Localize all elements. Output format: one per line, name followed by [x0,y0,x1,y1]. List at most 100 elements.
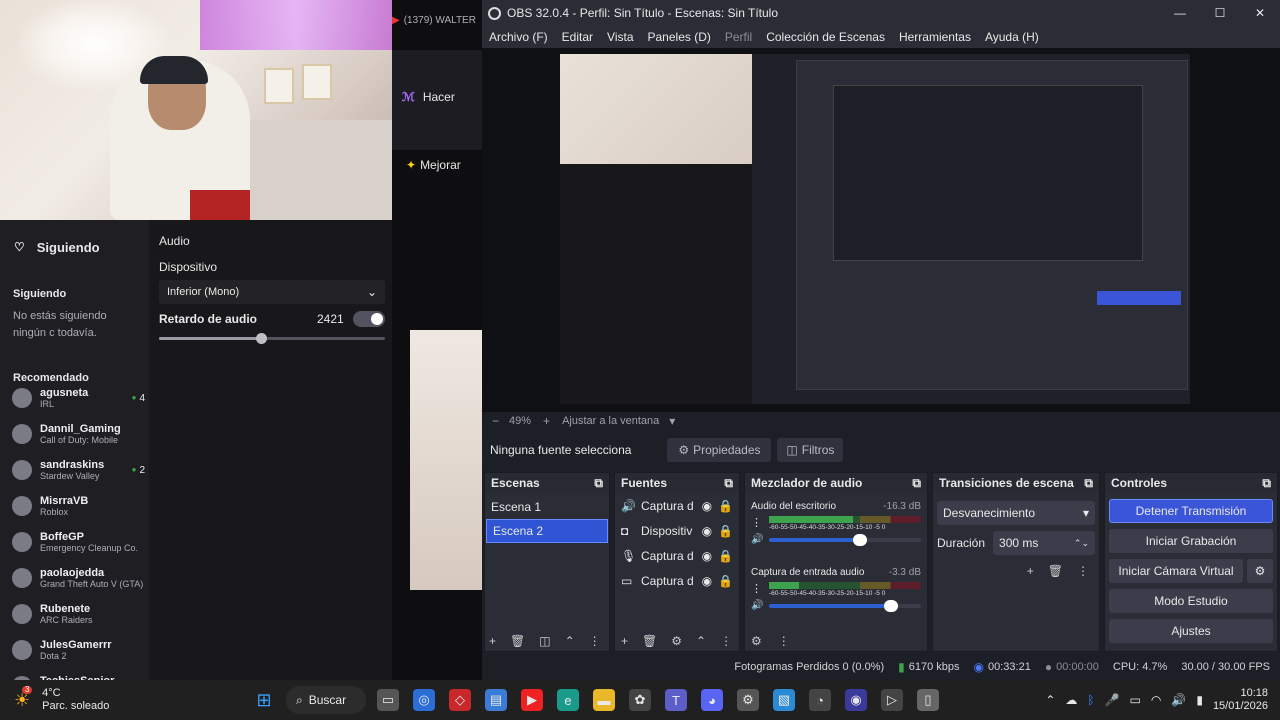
trash-icon[interactable]: 🗑 [642,635,657,647]
transition-select[interactable]: Desvanecimiento ▾ [937,501,1095,525]
slider-handle[interactable] [883,600,898,612]
lock-icon[interactable]: 🔒 [718,550,733,562]
device-select[interactable]: Inferior (Mono) ⌄ [159,280,385,304]
lock-icon[interactable]: 🔒 [718,525,733,537]
undock-icon[interactable]: ⧉ [1262,477,1271,489]
filter-icon[interactable]: ◫ [539,635,550,647]
settings-app-icon[interactable]: ⚙ [737,689,759,711]
list-item[interactable]: MisrraVB Roblox ● [0,488,149,524]
menu-paneles[interactable]: Paneles (D) [641,30,718,44]
chevron-up-icon[interactable]: ⌃ [1045,694,1055,706]
capture-icon[interactable]: ◔ [809,689,831,711]
speaker-icon[interactable]: 🔊 [751,601,763,611]
delay-slider[interactable] [159,333,385,344]
virtual-cam-button[interactable]: Iniciar Cámara Virtual [1109,559,1243,583]
source-item[interactable]: 🔊 Captura d ◉ 🔒 [615,493,739,518]
zoom-in-icon[interactable]: + [543,415,550,427]
properties-button[interactable]: ⚙ Propiedades [667,438,772,462]
virtual-cam-settings[interactable]: ⚙ [1247,559,1273,583]
eye-icon[interactable]: ◉ [702,550,712,562]
more-icon[interactable]: ⋮ [720,635,732,647]
store-icon[interactable]: ▤ [485,689,507,711]
source-item[interactable]: ◘ Dispositiv ◉ 🔒 [615,518,739,543]
undock-icon[interactable]: ⧉ [1084,477,1093,489]
lock-icon[interactable]: 🔒 [718,500,733,512]
studio-mode-button[interactable]: Modo Estudio [1109,589,1273,613]
clock[interactable]: 10:18 15/01/2026 [1213,687,1268,713]
maximize-icon[interactable]: ☐ [1200,7,1240,19]
photos-icon[interactable]: ▧ [773,689,795,711]
tray-app-icon[interactable]: ☁ [1065,694,1077,706]
chatgpt-icon[interactable]: ✿ [629,689,651,711]
chevron-up-icon[interactable]: ⌃ [565,635,575,647]
app-icon[interactable]: ◎ [413,689,435,711]
list-item[interactable]: agusneta IRL ● 4 [0,380,149,416]
trash-icon[interactable]: 🗑 [1048,565,1063,577]
more-icon[interactable]: ⋮ [751,584,763,595]
browser-tab[interactable]: ▶ (1379) WALTER [392,10,482,30]
settings-button[interactable]: Ajustes [1109,619,1273,643]
windows-start-icon[interactable]: ⊞ [253,689,275,711]
improve-button[interactable]: ✦ Mejorar [406,158,461,172]
sidebar-following-header[interactable]: ♡ Siguiendo [0,220,149,274]
list-item[interactable]: Rubenete ARC Raiders ● [0,596,149,632]
source-item[interactable]: ▭ Captura d ◉ 🔒 [615,568,739,593]
source-item[interactable]: 🎙 Captura d ◉ 🔒 [615,543,739,568]
eye-icon[interactable]: ◉ [702,500,712,512]
display-icon[interactable]: ▭ [1130,694,1141,706]
minimize-icon[interactable]: — [1160,7,1200,19]
undock-icon[interactable]: ⧉ [912,477,921,489]
undock-icon[interactable]: ⧉ [724,477,733,489]
volume-icon[interactable]: 🔊 [1171,694,1186,706]
fit-window-label[interactable]: Ajustar a la ventana [562,415,659,427]
teams-icon[interactable]: T [665,689,687,711]
notepad-icon[interactable]: ▯ [917,689,939,711]
wifi-icon[interactable]: ◠ [1151,694,1161,706]
list-item[interactable]: sandraskins Stardew Valley ● 2 [0,452,149,488]
list-item[interactable]: JulesGamerrr Dota 2 ● [0,632,149,668]
slider-handle[interactable] [853,534,868,546]
microphone-icon[interactable]: 🎤 [1105,694,1120,706]
volume-slider[interactable] [769,600,921,612]
menu-ayuda[interactable]: Ayuda (H) [978,30,1046,44]
trash-icon[interactable]: 🗑 [510,635,525,647]
add-icon[interactable]: + [621,635,628,647]
more-icon[interactable]: ⋮ [589,635,601,647]
more-icon[interactable]: ⋮ [778,635,790,647]
menu-editar[interactable]: Editar [555,30,600,44]
gear-icon[interactable]: ⚙ [671,635,682,647]
eye-icon[interactable]: ◉ [702,575,712,587]
scene-item-selected[interactable]: Escena 2 [486,519,608,543]
add-icon[interactable]: + [489,635,496,647]
undock-icon[interactable]: ⧉ [594,477,603,489]
weather-widget[interactable]: ☀ 3 4°C Parc. soleado [0,686,240,713]
bluetooth-icon[interactable]: ᛒ [1087,694,1094,706]
delay-toggle[interactable] [353,311,385,327]
list-item[interactable]: paolaojedda Grand Theft Auto V (GTA) ● [0,560,149,596]
dropdown-arrow-icon[interactable]: ▾ [669,415,675,427]
shield-app-icon[interactable]: ◇ [449,689,471,711]
menu-perfil[interactable]: Perfil [718,30,759,44]
start-record-button[interactable]: Iniciar Grabación [1109,529,1273,553]
more-icon[interactable]: ⋮ [751,518,763,529]
zoom-out-icon[interactable]: − [492,415,499,427]
make-button[interactable]: ℳ Hacer [402,90,455,104]
add-icon[interactable]: + [1027,565,1034,577]
menu-vista[interactable]: Vista [600,30,640,44]
speaker-icon[interactable]: 🔊 [751,535,763,545]
task-view-icon[interactable]: ▭ [377,689,399,711]
folder-icon[interactable]: ▬ [593,689,615,711]
list-item[interactable]: BoffeGP Emergency Cleanup Co. ● [0,524,149,560]
filters-button[interactable]: ◫ Filtros [777,438,844,462]
media-player-icon[interactable]: ▷ [881,689,903,711]
youtube-icon[interactable]: ▶ [521,689,543,711]
duration-input[interactable]: 300 ms ⌃⌄ [993,531,1095,555]
menu-coleccion[interactable]: Colección de Escenas [759,30,892,44]
volume-slider[interactable] [769,534,921,546]
close-icon[interactable]: ✕ [1240,7,1280,19]
stop-stream-button[interactable]: Detener Transmisión [1109,499,1273,523]
list-item[interactable]: Dannil_Gaming Call of Duty: Mobile ● [0,416,149,452]
chevron-up-icon[interactable]: ⌃ [696,635,706,647]
obs-taskbar-icon[interactable]: ◉ [845,689,867,711]
taskbar-search[interactable]: ⌕ Buscar [286,686,366,714]
